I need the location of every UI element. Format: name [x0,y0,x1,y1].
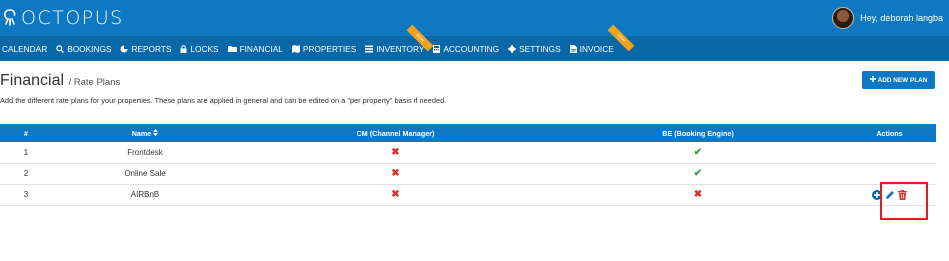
page-title-main: Financial [0,72,65,89]
cm-status: ✖ [238,142,553,164]
list-icon [365,45,374,53]
rate-plans-table: # Name CM (Channel Manager) BE (Booking … [0,124,936,206]
nav-label: SETTINGS [519,43,561,54]
nav-label: LOCKS [190,43,219,54]
header-actions: Actions [876,128,903,138]
nav-financial[interactable]: FINANCIAL [227,36,283,61]
page-subtitle: / Rate Plans [68,77,121,88]
nav-locks[interactable]: LOCKS [180,36,219,61]
cross-icon: ✖ [391,168,400,179]
row-actions [843,142,936,164]
pie-chart-icon [120,45,128,53]
nav-inventory[interactable]: INVENTORY NEW [365,24,434,61]
annotation-highlight-box [880,182,928,220]
nav-invoice[interactable]: INVOICE NEW [569,24,635,61]
logo[interactable]: OCTOPUS [2,7,124,29]
cross-icon: ✖ [391,189,400,200]
map-icon [291,44,300,53]
check-icon: ✔ [693,146,703,158]
nav-label: CALENDAR [2,43,48,54]
add-new-plan-label: ADD NEW PLAN [877,76,928,84]
check-icon: ✔ [693,168,703,179]
user-menu[interactable]: Hey, deborah langba [832,6,943,30]
nav-settings[interactable]: SETTINGS [508,36,561,61]
header-be: BE (Booking Engine) [662,128,734,138]
row-actions [843,163,936,185]
nav-label: INVENTORY [376,43,425,54]
calculator-icon [433,44,441,53]
nav-bookings[interactable]: BOOKINGS [56,36,111,61]
table-row: 1 Frontdesk ✖ ✔ [0,142,936,164]
row-name: Frontdesk [52,142,238,164]
logo-text: OCTOPUS [21,7,124,29]
folder-icon [227,45,237,52]
table-row: 3 AIRBnB ✖ ✖ [0,184,936,206]
nav-label: ACCOUNTING [443,43,500,54]
cross-icon: ✖ [693,189,703,200]
be-status: ✖ [553,184,843,206]
top-bar: OCTOPUS Hey, deborah langba [0,0,949,36]
cm-status: ✖ [238,163,553,185]
cross-icon: ✖ [391,146,400,158]
gear-icon [508,44,517,53]
nav-label: INVOICE [579,43,614,54]
header-num: # [24,128,28,138]
row-name: Online Sale [52,163,238,185]
user-greeting: Hey, deborah langba [860,13,943,23]
avatar[interactable] [832,7,855,29]
nav-properties[interactable]: PROPERTIES [291,36,357,61]
lock-icon [180,44,187,53]
nav-reports[interactable]: REPORTS [120,36,171,61]
page-description: Add the different rate plans for your pr… [0,96,447,105]
octopus-logo-icon [3,9,16,26]
be-status: ✔ [553,163,843,185]
file-icon [569,44,577,53]
main-nav: CALENDAR BOOKINGS REPORTS LOCKS FINANCIA… [0,24,949,61]
page-title: Financial / Rate Plans [0,72,120,90]
table-row: 2 Online Sale ✖ ✔ [0,163,936,185]
header-cm: CM (Channel Manager) [356,128,435,138]
header-name[interactable]: Name [52,124,238,142]
cm-status: ✖ [238,184,553,206]
nav-label: BOOKINGS [67,43,112,54]
plus-icon [869,76,876,84]
row-num: 3 [0,184,52,206]
row-name: AIRBnB [52,184,238,206]
nav-label: FINANCIAL [239,43,283,54]
header-name-label: Name [131,128,152,138]
row-num: 2 [0,163,52,185]
nav-accounting[interactable]: ACCOUNTING [433,36,499,61]
row-num: 1 [0,142,52,164]
nav-calendar[interactable]: CALENDAR [2,36,47,61]
table-header-row: # Name CM (Channel Manager) BE (Booking … [0,124,936,142]
add-new-plan-button[interactable]: ADD NEW PLAN [862,71,935,89]
be-status: ✔ [553,142,843,164]
sort-icon [153,128,159,138]
search-icon [56,44,65,53]
nav-label: REPORTS [131,43,172,54]
nav-label: PROPERTIES [302,43,357,54]
